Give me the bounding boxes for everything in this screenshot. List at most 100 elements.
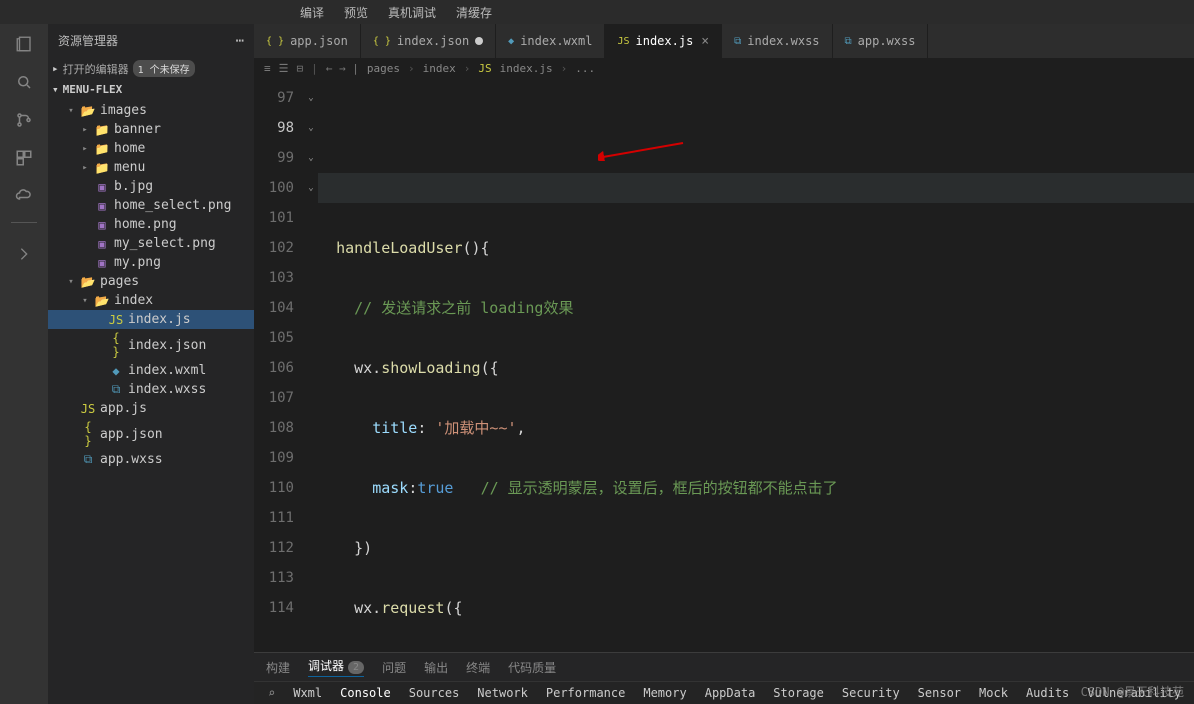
top-menu-bar: 编译 预览 真机调试 清缓存 xyxy=(0,0,1194,24)
devtool-tab-wxml[interactable]: Wxml xyxy=(293,686,322,700)
chevron-down-icon: ▾ xyxy=(52,83,59,96)
js-icon: JS xyxy=(108,313,124,327)
devtool-tab-network[interactable]: Network xyxy=(477,686,528,700)
panel-tab-1[interactable]: 调试器2 xyxy=(308,657,364,677)
more-icon[interactable]: ⋯ xyxy=(236,33,244,49)
tree-item-images[interactable]: ▾📂images xyxy=(48,101,254,120)
breadcrumb-more[interactable]: ... xyxy=(575,62,595,75)
unsaved-badge: 1 个未保存 xyxy=(133,60,195,77)
panel-tab-3[interactable]: 输出 xyxy=(424,659,448,676)
project-header[interactable]: ▾ MENU-FLEX xyxy=(48,80,254,99)
code-content[interactable]: handleLoadUser(){ // 发送请求之前 loading效果 wx… xyxy=(318,79,1194,652)
editor-area: { }app.json{ }index.json◆index.wxmlJSind… xyxy=(254,24,1194,704)
tree-item-banner[interactable]: ▸📁banner xyxy=(48,120,254,139)
breadcrumb-index[interactable]: index xyxy=(423,62,456,75)
tree-item-menu[interactable]: ▸📁menu xyxy=(48,158,254,177)
json-icon: { } xyxy=(373,36,391,47)
outline-icon[interactable]: ☰ xyxy=(279,62,289,75)
devtool-tab-audits[interactable]: Audits xyxy=(1026,686,1069,700)
tree-item-index-json[interactable]: { }index.json xyxy=(48,329,254,361)
file-tree: ▾📂images▸📁banner▸📁home▸📁menu▣b.jpg▣home_… xyxy=(48,99,254,471)
editor-tab-index-js[interactable]: JSindex.js× xyxy=(605,24,722,58)
img-icon: ▣ xyxy=(94,180,110,194)
dirty-indicator-icon xyxy=(475,37,483,45)
js-icon: JS xyxy=(478,62,491,75)
devtool-tab-memory[interactable]: Memory xyxy=(643,686,686,700)
devtool-tabs: ⌕ Wxml Console Sources Network Performance Me… xyxy=(254,681,1194,704)
tree-item-my_select-png[interactable]: ▣my_select.png xyxy=(48,234,254,253)
wxss-icon: ⧉ xyxy=(80,452,96,467)
devtool-tab-console[interactable]: Console xyxy=(340,686,391,700)
extensions-icon[interactable] xyxy=(12,146,36,170)
wxss-icon: ⧉ xyxy=(845,36,852,47)
folder-open-icon: 📂 xyxy=(94,294,110,308)
breadcrumb-pages[interactable]: pages xyxy=(367,62,400,75)
red-arrow-annotation xyxy=(598,141,688,161)
tree-item-index-wxml[interactable]: ◆index.wxml xyxy=(48,361,254,380)
folder-icon: 📁 xyxy=(94,123,110,137)
devtool-tab-appdata[interactable]: AppData xyxy=(705,686,756,700)
tree-item-b-jpg[interactable]: ▣b.jpg xyxy=(48,177,254,196)
panel-tab-2[interactable]: 问题 xyxy=(382,659,406,676)
devtool-tab-performance[interactable]: Performance xyxy=(546,686,625,700)
folder-icon: 📁 xyxy=(94,161,110,175)
json-icon: { } xyxy=(266,36,284,47)
devtool-tab-security[interactable]: Security xyxy=(842,686,900,700)
wxss-icon: ⧉ xyxy=(108,382,124,397)
tree-item-home-png[interactable]: ▣home.png xyxy=(48,215,254,234)
menu-debug[interactable]: 真机调试 xyxy=(388,4,436,21)
json-icon: { } xyxy=(80,420,96,448)
tree-item-app-wxss[interactable]: ⧉app.wxss xyxy=(48,450,254,469)
files-icon[interactable] xyxy=(12,32,36,56)
sidebar-header: 资源管理器 ⋯ xyxy=(48,24,254,57)
menu-compile[interactable]: 编译 xyxy=(300,4,324,21)
json-icon: { } xyxy=(108,331,124,359)
panel-tabs: 构建 调试器2 问题 输出 终端 代码质量 xyxy=(254,653,1194,681)
tree-item-app-json[interactable]: { }app.json xyxy=(48,418,254,450)
line-number-gutter: 9798991001011021031041051061071081091101… xyxy=(254,79,304,652)
watermark-text: CSDN @景天科技苑 xyxy=(1081,683,1184,700)
source-control-icon[interactable] xyxy=(12,108,36,132)
panel-tab-5[interactable]: 代码质量 xyxy=(508,659,556,676)
tree-item-pages[interactable]: ▾📂pages xyxy=(48,272,254,291)
editor-tab-app-json[interactable]: { }app.json xyxy=(254,24,361,58)
search-icon[interactable] xyxy=(12,70,36,94)
tree-item-index[interactable]: ▾📂index xyxy=(48,291,254,310)
img-icon: ▣ xyxy=(94,218,110,232)
wxml-icon: ◆ xyxy=(508,36,514,47)
devtool-tab-storage[interactable]: Storage xyxy=(773,686,824,700)
editor-tab-index-wxss[interactable]: ⧉index.wxss xyxy=(722,24,832,58)
editor-tab-app-wxss[interactable]: ⧉app.wxss xyxy=(833,24,929,58)
code-area[interactable]: 9798991001011021031041051061071081091101… xyxy=(254,79,1194,652)
folder-icon: 📁 xyxy=(94,142,110,156)
devtool-tab-sources[interactable]: Sources xyxy=(409,686,460,700)
tree-item-app-js[interactable]: JSapp.js xyxy=(48,399,254,418)
tree-item-my-png[interactable]: ▣my.png xyxy=(48,253,254,272)
list-icon[interactable]: ≡ xyxy=(264,62,271,75)
inspect-icon[interactable]: ⌕ xyxy=(268,686,275,700)
breadcrumb-file[interactable]: index.js xyxy=(500,62,553,75)
main-row: 资源管理器 ⋯ ▸ 打开的编辑器 1 个未保存 ▾ MENU-FLEX ▾📂im… xyxy=(0,24,1194,704)
editor-tab-index-json[interactable]: { }index.json xyxy=(361,24,496,58)
cloud-icon[interactable] xyxy=(12,184,36,208)
editor-tabs: { }app.json{ }index.json◆index.wxmlJSind… xyxy=(254,24,1194,58)
panel-tab-4[interactable]: 终端 xyxy=(466,659,490,676)
tree-item-home[interactable]: ▸📁home xyxy=(48,139,254,158)
devtool-tab-mock[interactable]: Mock xyxy=(979,686,1008,700)
menu-clear-cache[interactable]: 清缓存 xyxy=(456,4,492,21)
chevron-right-icon: ▸ xyxy=(52,62,59,75)
folder-open-icon: 📂 xyxy=(80,275,96,289)
panel-tab-0[interactable]: 构建 xyxy=(266,659,290,676)
collapse-icon[interactable]: ⊟ xyxy=(297,62,304,75)
devtool-tab-sensor[interactable]: Sensor xyxy=(918,686,961,700)
editor-tab-index-wxml[interactable]: ◆index.wxml xyxy=(496,24,605,58)
tree-item-home_select-png[interactable]: ▣home_select.png xyxy=(48,196,254,215)
open-editors-header[interactable]: ▸ 打开的编辑器 1 个未保存 xyxy=(48,57,254,80)
tree-item-index-wxss[interactable]: ⧉index.wxss xyxy=(48,380,254,399)
tree-item-index-js[interactable]: JSindex.js xyxy=(48,310,254,329)
sidebar-title: 资源管理器 xyxy=(58,32,118,49)
menu-preview[interactable]: 预览 xyxy=(344,4,368,21)
close-tab-icon[interactable]: × xyxy=(701,34,709,49)
activity-bar xyxy=(0,24,48,704)
collapse-icon[interactable] xyxy=(12,242,36,266)
